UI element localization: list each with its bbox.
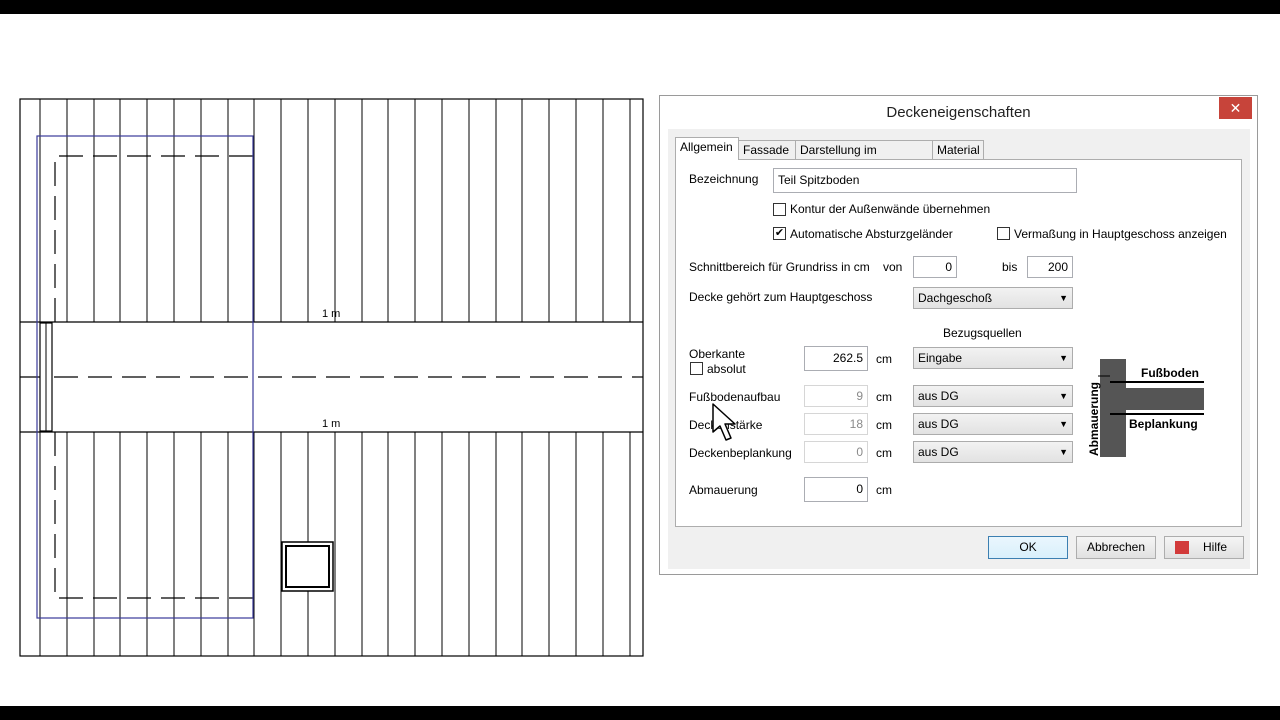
vermassung-checkbox[interactable] bbox=[997, 227, 1010, 240]
chevron-down-icon: ▼ bbox=[1059, 293, 1068, 303]
absolut-checkbox[interactable] bbox=[690, 362, 703, 375]
fussbodenaufbau-unit: cm bbox=[876, 390, 892, 404]
abmauerung-unit: cm bbox=[876, 483, 892, 497]
von-label: von bbox=[883, 260, 903, 274]
chevron-down-icon: ▼ bbox=[1059, 447, 1068, 457]
fussbodenaufbau-input[interactable]: 9 bbox=[804, 385, 868, 407]
tab-material[interactable]: Material bbox=[932, 140, 984, 159]
close-button[interactable]: ✕ bbox=[1219, 97, 1252, 119]
floor-section-diagram: Fußboden Beplankung Abmauerung bbox=[1087, 359, 1204, 457]
von-input[interactable]: 0 bbox=[913, 256, 957, 278]
oberkante-input[interactable]: 262.5 bbox=[804, 346, 868, 371]
dialog-title: Deckeneigenschaften bbox=[886, 104, 1031, 121]
chevron-down-icon: ▼ bbox=[1059, 419, 1068, 429]
deckenbeplankung-label: Deckenbeplankung bbox=[689, 446, 792, 460]
abmauerung-input[interactable]: 0 bbox=[804, 477, 868, 502]
bezeichnung-input[interactable]: Teil Spitzboden bbox=[773, 168, 1077, 193]
scale-label-bottom: 1 m bbox=[322, 418, 341, 430]
kontur-label: Kontur der Außenwände übernehmen bbox=[790, 202, 991, 216]
diagram-label-beplankung: Beplankung bbox=[1129, 417, 1198, 431]
chimney[interactable] bbox=[281, 541, 334, 592]
hauptgeschoss-select[interactable]: Dachgeschoß ▼ bbox=[913, 287, 1073, 309]
diagram-label-fussboden: Fußboden bbox=[1141, 366, 1199, 380]
help-button[interactable]: Hilfe bbox=[1164, 536, 1244, 559]
deckenbeplankung-unit: cm bbox=[876, 446, 892, 460]
checkmark-icon: ✔ bbox=[774, 227, 785, 239]
tab-allgemein[interactable]: Allgemein bbox=[675, 137, 739, 160]
tab-fassade[interactable]: Fassade bbox=[738, 140, 796, 159]
deckenstaerke-input[interactable]: 18 bbox=[804, 413, 868, 435]
deckenbeplankung-input[interactable]: 0 bbox=[804, 441, 868, 463]
diagram-slab bbox=[1110, 388, 1204, 410]
bis-label: bis bbox=[1002, 260, 1018, 274]
fussbodenaufbau-source-select[interactable]: aus DG ▼ bbox=[913, 385, 1073, 407]
absturz-checkbox[interactable]: ✔ bbox=[773, 227, 786, 240]
deckenbeplankung-source-select[interactable]: aus DG ▼ bbox=[913, 441, 1073, 463]
diagram-label-abmauerung: Abmauerung bbox=[1087, 382, 1101, 456]
chevron-down-icon: ▼ bbox=[1059, 353, 1068, 363]
bezugsquellen-heading: Bezugsquellen bbox=[943, 326, 1022, 340]
oberkante-label: Oberkante bbox=[689, 347, 746, 361]
railing-dashed-outline bbox=[54, 155, 253, 599]
cancel-button[interactable]: Abbrechen bbox=[1076, 536, 1156, 559]
bis-input[interactable]: 200 bbox=[1027, 256, 1073, 278]
help-icon bbox=[1175, 541, 1189, 554]
schnitt-label: Schnittbereich für Grundriss in cm bbox=[689, 260, 870, 274]
oberkante-source-select[interactable]: Eingabe ▼ bbox=[913, 347, 1073, 369]
tab-darstellung[interactable]: Darstellung im Grundriss bbox=[795, 140, 933, 176]
absolut-label: absolut bbox=[707, 362, 746, 376]
help-button-label: Hilfe bbox=[1203, 540, 1228, 554]
mouse-pointer-icon bbox=[712, 403, 736, 441]
deckenbeplankung-source-value: aus DG bbox=[918, 445, 959, 459]
abmauerung-label: Abmauerung bbox=[689, 483, 758, 497]
absturz-label: Automatische Absturzgeländer bbox=[790, 227, 953, 241]
fussbodenaufbau-source-value: aus DG bbox=[918, 389, 959, 403]
deckenstaerke-unit: cm bbox=[876, 418, 892, 432]
vermassung-label: Vermaßung in Hauptgeschoss anzeigen bbox=[1014, 227, 1227, 241]
chevron-down-icon: ▼ bbox=[1059, 391, 1068, 401]
ok-button[interactable]: OK bbox=[988, 536, 1068, 559]
oberkante-source-value: Eingabe bbox=[918, 351, 963, 365]
scale-label-top: 1 m bbox=[322, 308, 341, 320]
deckenstaerke-source-value: aus DG bbox=[918, 417, 959, 431]
deckenstaerke-source-select[interactable]: aus DG ▼ bbox=[913, 413, 1073, 435]
hauptgeschoss-value: Dachgeschoß bbox=[918, 291, 993, 305]
oberkante-unit: cm bbox=[876, 352, 892, 366]
kontur-checkbox[interactable] bbox=[773, 203, 786, 216]
hauptgeschoss-label: Decke gehört zum Hauptgeschoss bbox=[689, 290, 873, 304]
bezeichnung-label: Bezeichnung bbox=[689, 172, 759, 186]
